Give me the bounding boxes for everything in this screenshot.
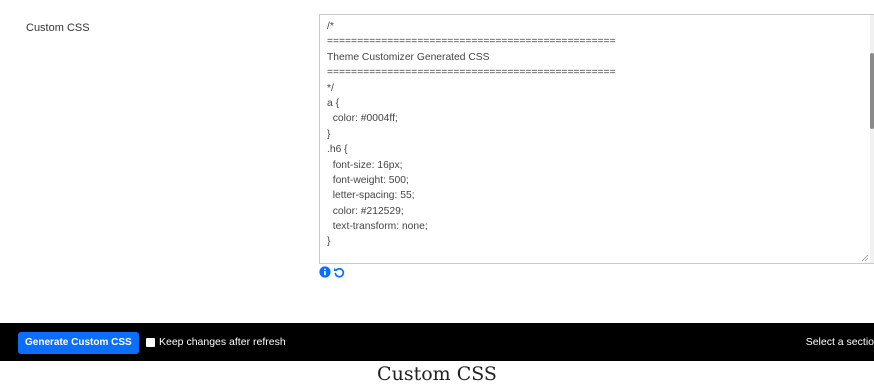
code-line: /* xyxy=(327,21,334,32)
custom-css-textarea[interactable]: /* ======================================… xyxy=(319,14,874,264)
code-line: } xyxy=(327,128,331,140)
editor-scrollbar[interactable] xyxy=(870,15,874,263)
resize-grip-icon[interactable] xyxy=(862,255,868,261)
code-line: letter-spacing: 55; xyxy=(327,190,415,202)
bottom-toolbar: Generate Custom CSS Keep changes after r… xyxy=(0,323,874,361)
code-line: .h6 { xyxy=(327,144,348,156)
code-line: ========================================… xyxy=(327,67,616,79)
code-line: color: #0004ff; xyxy=(327,113,398,125)
keep-changes-checkbox[interactable] xyxy=(146,337,155,347)
keep-changes-label: Keep changes after refresh xyxy=(159,336,286,348)
reset-icon[interactable] xyxy=(333,266,345,278)
code-line: Theme Customizer Generated CSS xyxy=(327,51,490,63)
code-line: a { xyxy=(327,97,340,109)
code-line: color: #212529; xyxy=(327,205,404,217)
info-icon[interactable] xyxy=(319,266,331,278)
code-lines: /* ======================================… xyxy=(327,19,616,250)
page: Custom CSS /* ===========================… xyxy=(0,0,874,388)
code-line: font-size: 16px; xyxy=(327,159,403,171)
code-line: text-transform: none; xyxy=(327,221,428,233)
code-line: } xyxy=(327,236,331,248)
caption: Custom CSS xyxy=(377,363,497,385)
custom-css-label: Custom CSS xyxy=(26,22,90,34)
code-line: */ xyxy=(327,82,334,94)
editor-scrollbar-thumb[interactable] xyxy=(870,53,874,129)
section-select[interactable]: Select a sectio xyxy=(806,336,874,348)
generate-custom-css-button[interactable]: Generate Custom CSS xyxy=(18,332,139,354)
code-line: ========================================… xyxy=(327,36,616,48)
code-line: font-weight: 500; xyxy=(327,174,409,186)
field-icons xyxy=(319,265,345,279)
keep-changes-option[interactable]: Keep changes after refresh xyxy=(146,336,286,348)
